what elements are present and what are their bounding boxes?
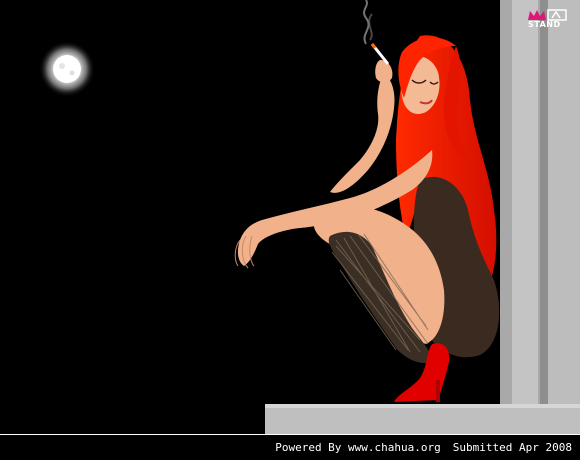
moon	[39, 41, 95, 97]
powered-by-text: Powered By www.chahua.org	[275, 441, 441, 454]
illustration-svg	[39, 0, 580, 434]
logo-text: STAND	[528, 20, 561, 29]
arm-smoking	[330, 60, 395, 193]
stand-logo: STAND	[526, 8, 574, 34]
artwork-frame: STAND Powered By www.chahua.org Submitted…	[0, 0, 580, 460]
submitted-text: Submitted Apr 2008	[452, 441, 572, 454]
credit-footer: Powered By www.chahua.org Submitted Apr 2…	[0, 435, 580, 460]
illustration-scene: STAND	[0, 0, 580, 434]
smoke	[363, 0, 373, 45]
